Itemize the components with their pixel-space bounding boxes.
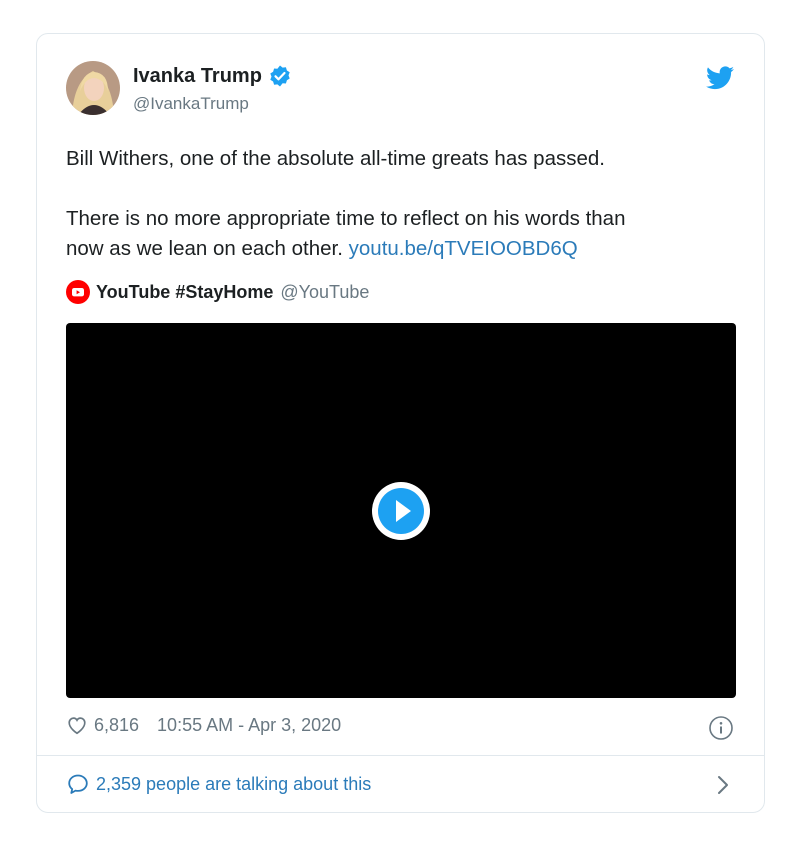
twitter-bird-icon[interactable] xyxy=(706,66,734,90)
play-icon[interactable] xyxy=(371,481,431,541)
meta-row: 6,816 10:55 AM - Apr 3, 2020 xyxy=(66,714,341,736)
avatar[interactable] xyxy=(66,61,120,115)
tweet-card: Ivanka Trump @IvankaTrump Bill Withers, … xyxy=(36,33,765,813)
tweet-text-line: now as we lean on each other. xyxy=(66,237,343,260)
heart-icon[interactable] xyxy=(66,714,88,736)
divider xyxy=(37,755,764,756)
tweet-text-line: There is no more appropriate time to ref… xyxy=(66,207,626,230)
talking-count: 2,359 people are talking about this xyxy=(96,773,372,794)
verified-badge-icon xyxy=(270,65,290,87)
comment-bubble-icon xyxy=(68,774,88,794)
info-icon[interactable] xyxy=(708,715,734,741)
author-name-row: Ivanka Trump xyxy=(133,64,292,88)
tweet-text: Bill Withers, one of the absolute all-ti… xyxy=(66,144,746,264)
timestamp[interactable]: 10:55 AM - Apr 3, 2020 xyxy=(157,715,341,736)
tweet-text-line: Bill Withers, one of the absolute all-ti… xyxy=(66,147,605,170)
author-name[interactable]: Ivanka Trump xyxy=(133,65,262,88)
tweet-link[interactable]: youtu.be/qTVEIOOBD6Q xyxy=(349,237,578,260)
quoted-handle: @YouTube xyxy=(280,281,370,302)
video-player[interactable] xyxy=(66,323,736,698)
quoted-name: YouTube #StayHome xyxy=(96,281,274,302)
author-handle[interactable]: @IvankaTrump xyxy=(133,94,249,114)
like-count[interactable]: 6,816 xyxy=(94,715,139,736)
chevron-right-icon[interactable] xyxy=(714,774,732,796)
quoted-source[interactable]: YouTube #StayHome @YouTube xyxy=(66,280,369,304)
youtube-logo-icon xyxy=(66,280,90,304)
conversation-link[interactable]: 2,359 people are talking about this xyxy=(66,772,371,796)
